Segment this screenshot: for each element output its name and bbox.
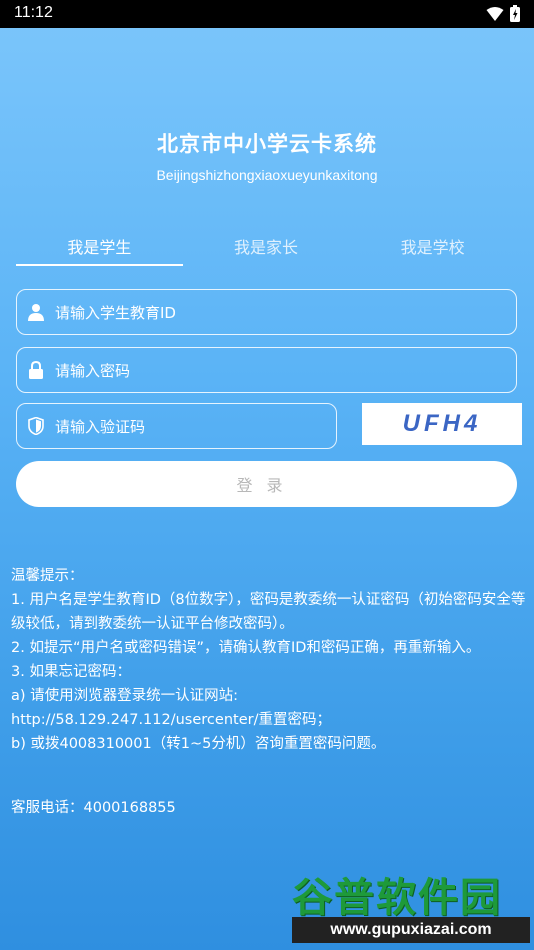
tips-line: http://58.129.247.112/usercenter/重置密码； bbox=[11, 712, 331, 728]
tab-school[interactable]: 我是学校 bbox=[349, 228, 516, 266]
tips-line: b) 或拨4008310001（转1~5分机）咨询重置密码问题。 bbox=[11, 736, 386, 752]
watermark-url: www.gupuxiazai.com bbox=[292, 917, 530, 943]
tips-line: 2. 如提示“用户名或密码错误”，请确认教育ID和密码正确，再重新输入。 bbox=[11, 640, 481, 656]
captcha-text: UFH4 bbox=[402, 410, 482, 437]
tips-section: 温馨提示： 1. 用户名是学生教育ID（8位数字），密码是教委统一认证密码（初始… bbox=[11, 564, 526, 756]
tab-parent[interactable]: 我是家长 bbox=[183, 228, 350, 266]
captcha-image[interactable]: UFH4 bbox=[362, 403, 522, 445]
tips-heading: 温馨提示： bbox=[11, 568, 84, 584]
watermark-logo: 谷普软件园 www.gupuxiazai.com bbox=[292, 865, 530, 945]
tab-student[interactable]: 我是学生 bbox=[16, 228, 183, 266]
shield-icon bbox=[27, 417, 45, 435]
tips-line: a) 请使用浏览器登录统一认证网站: bbox=[11, 688, 239, 704]
password-placeholder: 请输入密码 bbox=[55, 361, 131, 380]
status-bar: 11:12 bbox=[0, 0, 534, 28]
login-button[interactable]: 登录 bbox=[16, 461, 517, 507]
user-icon bbox=[27, 303, 45, 321]
captcha-placeholder: 请输入验证码 bbox=[55, 417, 146, 436]
tips-line: 1. 用户名是学生教育ID（8位数字），密码是教委统一认证密码（初始密码安全等级… bbox=[11, 592, 526, 632]
status-time: 11:12 bbox=[14, 4, 53, 21]
student-id-field[interactable]: 请输入学生教育ID bbox=[16, 289, 517, 335]
battery-icon bbox=[510, 5, 520, 22]
captcha-field[interactable]: 请输入验证码 bbox=[16, 403, 337, 449]
service-hotline: 客服电话：4000168855 bbox=[11, 800, 176, 816]
app-subtitle: Beijingshizhongxiaoxueyunkaxitong bbox=[156, 167, 378, 183]
watermark-text: 谷普软件园 bbox=[292, 875, 502, 921]
wifi-icon bbox=[486, 6, 504, 21]
password-field[interactable]: 请输入密码 bbox=[16, 347, 517, 393]
lock-icon bbox=[27, 361, 45, 379]
status-icons bbox=[486, 5, 520, 22]
role-tabs: 我是学生 我是家长 我是学校 bbox=[16, 228, 516, 266]
app-title: 北京市中小学云卡系统 bbox=[157, 132, 377, 156]
tips-line: 3. 如果忘记密码： bbox=[11, 664, 131, 680]
student-id-placeholder: 请输入学生教育ID bbox=[55, 303, 176, 322]
